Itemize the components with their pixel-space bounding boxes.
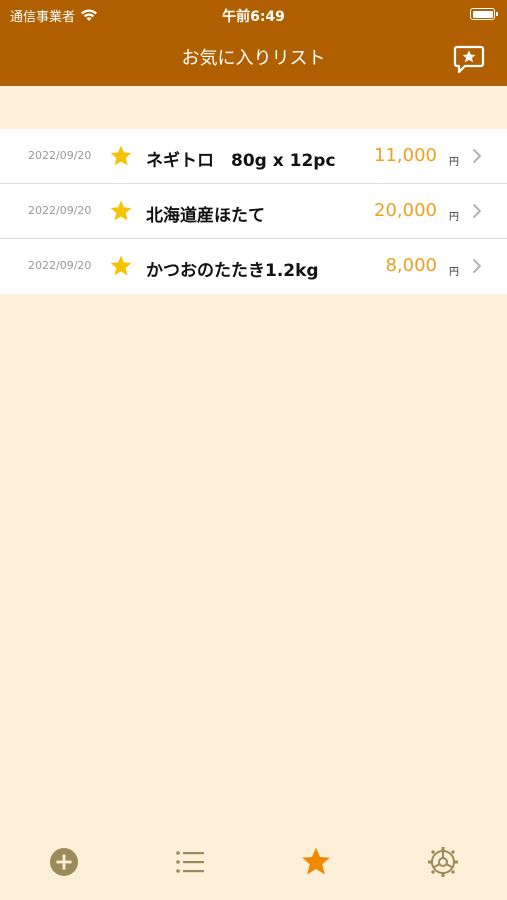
chevron-right-icon [473, 204, 481, 218]
status-time: 午前6:49 [222, 9, 285, 25]
favorite-star-icon[interactable] [109, 199, 133, 223]
item-price: 11,000 [374, 145, 437, 166]
currency-unit: 円 [449, 267, 459, 278]
chevron-right-icon [473, 149, 481, 163]
star-icon[interactable] [300, 846, 332, 878]
settings-gear-icon[interactable] [427, 846, 459, 878]
list-icon[interactable] [174, 846, 206, 878]
favorites-list: 2022/09/20 ネギトロ 80g x 12pc 11,000 円 2022… [0, 129, 507, 294]
review-star-bubble-icon[interactable] [453, 44, 485, 74]
currency-unit: 円 [449, 157, 459, 168]
favorite-star-icon[interactable] [109, 254, 133, 278]
favorite-star-icon[interactable] [109, 144, 133, 168]
add-circle-icon[interactable] [48, 846, 80, 878]
currency-unit: 円 [449, 212, 459, 223]
list-item[interactable]: 2022/09/20 北海道産ほたて 20,000 円 [0, 184, 507, 239]
item-date: 2022/09/20 [28, 259, 92, 272]
page-title: お気に入りリスト [181, 48, 326, 69]
chevron-right-icon [473, 259, 481, 273]
item-date: 2022/09/20 [28, 204, 92, 217]
item-name: ネギトロ 80g x 12pc [146, 151, 336, 171]
battery-icon [470, 8, 498, 20]
list-item[interactable]: 2022/09/20 ネギトロ 80g x 12pc 11,000 円 [0, 129, 507, 184]
item-name: かつおのたたき1.2kg [146, 261, 319, 281]
item-name: 北海道産ほたて [146, 206, 265, 226]
list-item[interactable]: 2022/09/20 かつおのたたき1.2kg 8,000 円 [0, 239, 507, 294]
status-bar: 通信事業者 午前6:49 [0, 0, 507, 30]
tab-bar [0, 836, 507, 900]
item-price: 8,000 [385, 255, 437, 276]
header-bar: 通信事業者 午前6:49 お気に入りリスト [0, 0, 507, 86]
item-date: 2022/09/20 [28, 149, 92, 162]
item-price: 20,000 [374, 200, 437, 221]
